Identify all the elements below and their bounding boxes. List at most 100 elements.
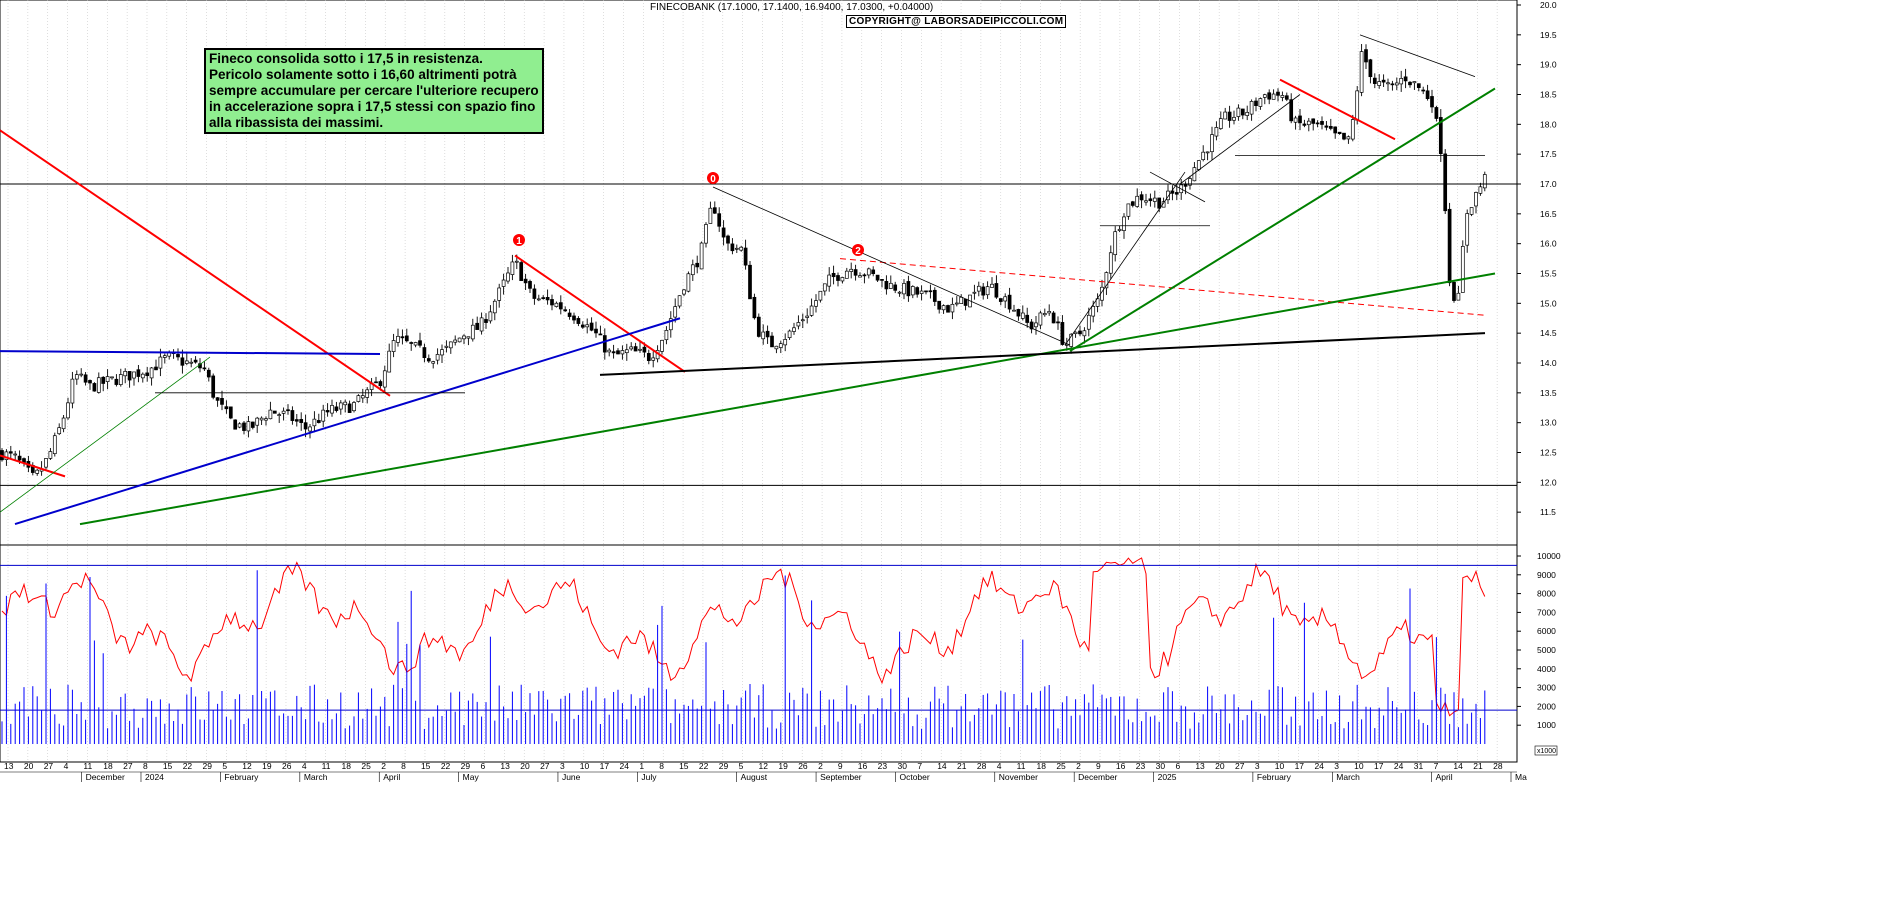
x-day-label: 17	[600, 761, 610, 771]
x-day-label: 5	[739, 761, 744, 771]
candle-body	[770, 335, 774, 348]
candle-body	[726, 235, 730, 244]
candle-body	[242, 422, 246, 431]
candle-body	[501, 279, 506, 287]
candle-body	[277, 414, 282, 416]
candle-body	[875, 274, 880, 281]
candle-body	[17, 455, 22, 461]
candle-body	[567, 312, 572, 317]
candle-body	[1364, 49, 1368, 63]
y-tick-label: 13.5	[1540, 388, 1557, 398]
candle-body	[448, 341, 453, 349]
oscillator-series	[1, 557, 1486, 717]
candle-body	[162, 355, 167, 358]
x-day-label: 4	[302, 761, 307, 771]
candle-body	[457, 337, 462, 343]
candle-body	[391, 340, 396, 352]
x-day-label: 17	[1295, 761, 1305, 771]
volume-tick-label: 1000	[1537, 720, 1556, 730]
x-month-label: November	[999, 772, 1038, 782]
candle-body	[809, 305, 814, 316]
candle-body	[1056, 321, 1060, 324]
candle-body	[453, 339, 458, 343]
candle-body	[616, 350, 620, 355]
candle-body	[915, 287, 920, 295]
x-day-label: 23	[1136, 761, 1146, 771]
candle-body	[66, 402, 70, 419]
candle-body	[1135, 195, 1140, 207]
candle-body	[536, 298, 541, 301]
x-day-label: 22	[699, 761, 709, 771]
candle-body	[1020, 312, 1025, 319]
trendline	[79, 272, 1496, 526]
candle-body	[79, 373, 84, 376]
candle-body	[677, 295, 682, 307]
candle-body	[932, 289, 937, 302]
candle-body	[360, 395, 365, 399]
candle-body	[281, 410, 286, 414]
oscillator-line	[1, 557, 1486, 717]
candle-body	[193, 359, 198, 363]
candle-body	[149, 367, 154, 379]
candle-body	[545, 297, 550, 301]
candle-body	[1218, 118, 1223, 129]
x-day-label: 10	[1275, 761, 1285, 771]
candle-body	[365, 389, 370, 398]
candle-body	[1205, 151, 1210, 154]
candle-body	[1328, 126, 1333, 129]
candle-body	[246, 421, 251, 432]
candle-body	[1311, 118, 1316, 124]
candle-body	[1086, 314, 1091, 330]
candle-body	[22, 458, 26, 463]
x-day-label: 30	[1156, 761, 1166, 771]
candle-body	[176, 354, 180, 358]
candle-body	[1034, 322, 1038, 328]
volume-tick-label: 8000	[1537, 589, 1556, 599]
candle-body	[8, 451, 13, 454]
trendline	[0, 129, 391, 397]
candle-body	[1223, 111, 1228, 120]
candle-body	[347, 403, 352, 413]
candle-body	[1271, 93, 1276, 100]
trendline	[599, 332, 1486, 376]
candle-body	[492, 300, 497, 314]
candle-body	[708, 207, 713, 224]
candle-body	[1108, 252, 1113, 274]
x-day-label: 24	[620, 761, 630, 771]
candle-body	[224, 406, 229, 410]
candle-body	[303, 422, 308, 430]
candle-body	[1460, 246, 1465, 293]
candle-body	[145, 372, 150, 377]
candle-body	[800, 319, 805, 322]
candle-body	[730, 243, 735, 252]
candle-body	[211, 375, 216, 398]
candle-body	[105, 376, 110, 382]
candle-body	[1078, 330, 1082, 335]
candle-body	[189, 361, 194, 364]
x-day-label: 21	[1473, 761, 1483, 771]
x-day-label: 30	[897, 761, 907, 771]
candle-body	[598, 333, 603, 336]
x-month-label: 2024	[145, 772, 164, 782]
volume-tick-label: 4000	[1537, 664, 1556, 674]
y-tick-label: 11.5	[1540, 507, 1556, 517]
candle-body	[1174, 192, 1179, 195]
candle-body	[338, 402, 343, 410]
candle-body	[611, 351, 616, 354]
x-day-label: 3	[1255, 761, 1260, 771]
candle-body	[1333, 126, 1338, 134]
candle-body	[1157, 197, 1162, 209]
candle-body	[294, 419, 299, 422]
candle-body	[673, 306, 678, 318]
trendline	[1279, 78, 1396, 141]
x-day-label: 6	[1175, 761, 1180, 771]
x-day-label: 10	[580, 761, 590, 771]
candle-body	[906, 281, 911, 297]
candle-body	[871, 269, 876, 275]
candle-body	[796, 322, 801, 327]
volume-tick-label: 7000	[1537, 607, 1556, 617]
candle-body	[1430, 96, 1434, 108]
candle-body	[558, 302, 563, 310]
candle-body	[334, 406, 339, 411]
candle-body	[607, 349, 612, 353]
